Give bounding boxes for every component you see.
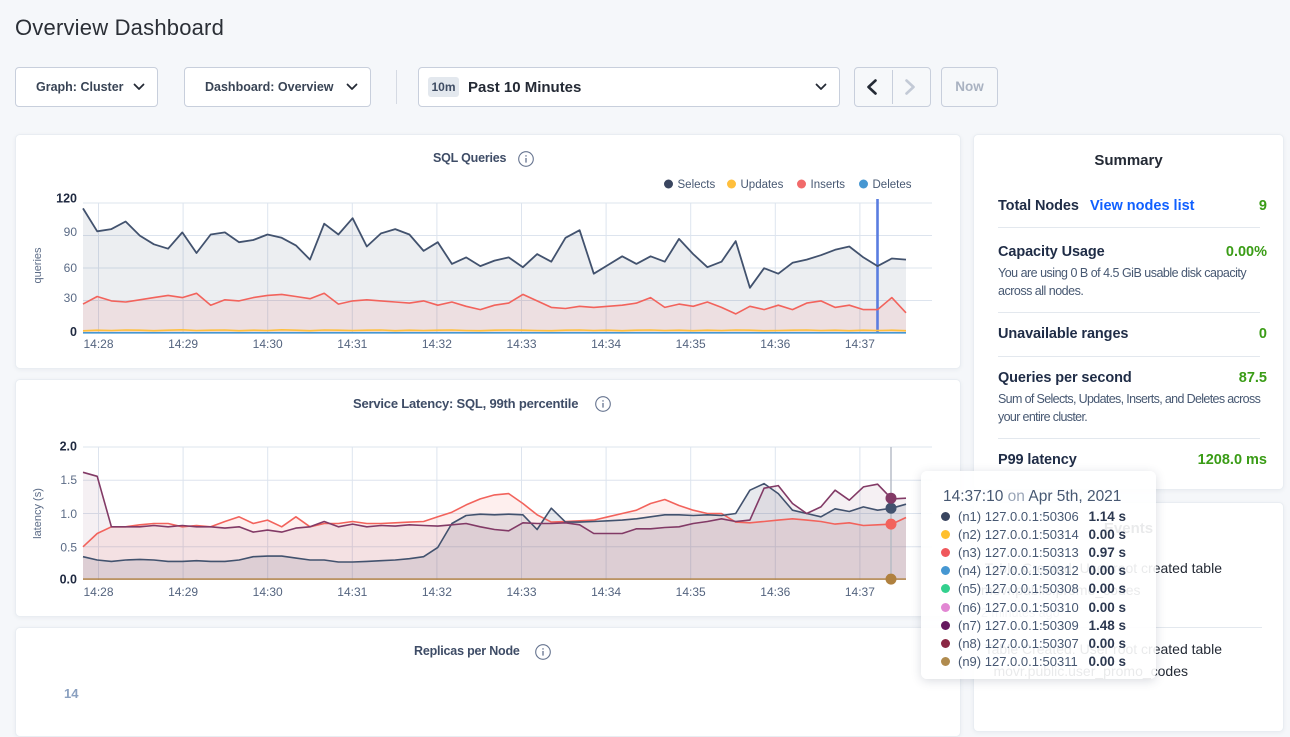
svg-text:0.0: 0.0 <box>60 573 77 587</box>
svg-text:14:29: 14:29 <box>168 585 198 599</box>
svg-text:0.5: 0.5 <box>60 541 77 555</box>
svg-text:Deletes: Deletes <box>873 179 912 191</box>
svg-text:14:33: 14:33 <box>506 585 536 599</box>
svg-text:14:28: 14:28 <box>83 585 113 599</box>
svg-text:Updates: Updates <box>741 179 784 191</box>
svg-text:14:30: 14:30 <box>253 585 283 599</box>
svg-text:90: 90 <box>64 225 78 239</box>
svg-text:14:30: 14:30 <box>253 337 283 351</box>
svg-text:14:36: 14:36 <box>760 585 790 599</box>
svg-text:14:37: 14:37 <box>845 585 875 599</box>
svg-text:1.5: 1.5 <box>60 473 77 487</box>
svg-text:14:28: 14:28 <box>83 337 113 351</box>
svg-text:14:33: 14:33 <box>506 337 536 351</box>
svg-text:Inserts: Inserts <box>811 179 846 191</box>
svg-text:14:32: 14:32 <box>422 585 452 599</box>
svg-text:30: 30 <box>64 291 78 305</box>
svg-text:14:35: 14:35 <box>676 585 706 599</box>
svg-text:Selects: Selects <box>678 179 716 191</box>
svg-text:14:34: 14:34 <box>591 585 621 599</box>
svg-text:14:31: 14:31 <box>337 337 367 351</box>
svg-text:14:32: 14:32 <box>422 337 452 351</box>
svg-text:queries: queries <box>32 247 44 284</box>
svg-text:latency (s): latency (s) <box>32 488 44 539</box>
svg-text:1.0: 1.0 <box>60 507 77 521</box>
svg-text:14:31: 14:31 <box>337 585 367 599</box>
svg-text:14:36: 14:36 <box>760 337 790 351</box>
svg-text:2.0: 2.0 <box>60 440 77 454</box>
svg-text:14:29: 14:29 <box>168 337 198 351</box>
svg-text:14:35: 14:35 <box>676 337 706 351</box>
svg-text:60: 60 <box>64 261 78 275</box>
svg-text:14:34: 14:34 <box>591 337 621 351</box>
svg-text:0: 0 <box>70 325 77 339</box>
svg-text:120: 120 <box>56 192 77 206</box>
svg-text:14:37: 14:37 <box>845 337 875 351</box>
